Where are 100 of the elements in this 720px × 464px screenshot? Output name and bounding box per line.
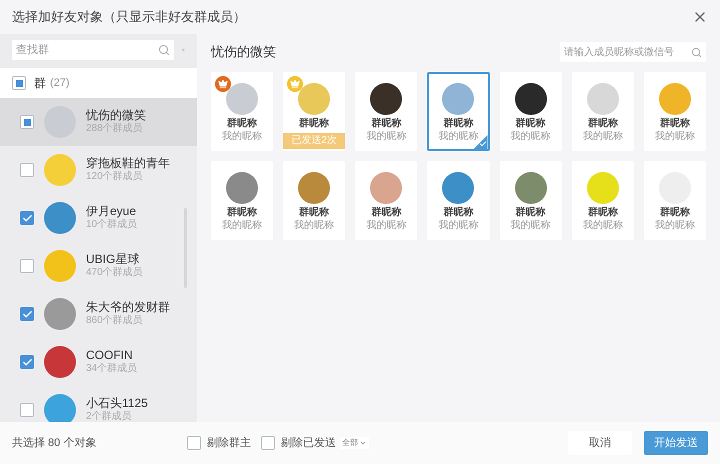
member-avatar — [298, 172, 330, 204]
search-field[interactable]: 查找群 — [12, 40, 174, 60]
member-count: 2个群成员 — [86, 411, 133, 422]
selection-summary: 共选择 80 个对象 — [12, 436, 98, 451]
group-title: 忧伤的微笑 — [211, 43, 276, 62]
member-avatar — [586, 172, 619, 204]
member-avatar — [514, 83, 547, 115]
search-icon — [691, 46, 702, 58]
group-nickname: 群昵称 — [443, 207, 474, 220]
member-avatar — [658, 83, 691, 115]
member-avatar — [586, 83, 619, 115]
member-count: 470个群成员 — [86, 267, 143, 280]
group-name: 小石头1125 — [86, 396, 148, 410]
member-avatar — [442, 83, 474, 115]
my-nickname: 我的昵称 — [366, 130, 406, 143]
member-avatar — [298, 83, 330, 115]
group-nickname: 群昵称 — [227, 207, 258, 220]
group-avatar — [44, 346, 76, 378]
member-card[interactable]: 群昵称 我的昵称 — [427, 161, 490, 240]
member-search-field[interactable]: 请输入成员昵称或微信号 — [560, 42, 706, 62]
check-icon — [22, 356, 32, 368]
group-nickname: 群昵称 — [371, 118, 402, 130]
my-nickname: 我的昵称 — [654, 130, 695, 143]
checkbox[interactable] — [12, 76, 26, 90]
group-nickname: 群昵称 — [660, 118, 690, 130]
search-icon — [158, 44, 170, 56]
group-item[interactable]: COOFIN 34个群成员 — [0, 338, 197, 386]
group-item[interactable]: 伊月eyue 10个群成员 — [0, 194, 197, 242]
chevron-icon — [359, 439, 367, 447]
checkbox[interactable] — [20, 307, 34, 321]
group-nickname: 群昵称 — [588, 118, 618, 130]
check-icon — [22, 308, 32, 320]
member-card[interactable]: 群昵称 已发送2次 — [283, 72, 346, 151]
member-card[interactable]: 群昵称 我的昵称 — [644, 161, 706, 240]
checkbox[interactable] — [20, 355, 34, 369]
group-item[interactable]: UBIG星球 470个群成员 — [0, 242, 197, 290]
member-count: 120个群成员 — [86, 171, 144, 184]
group-header-row[interactable]: 群 (27) — [0, 68, 197, 98]
group-avatar — [44, 250, 76, 282]
my-nickname: 我的昵称 — [438, 130, 478, 143]
member-avatar — [442, 172, 474, 204]
filter-dropdown[interactable]: 全部 — [340, 437, 369, 449]
group-name: 穿拖板鞋的青年 — [86, 156, 170, 170]
member-card[interactable]: 群昵称 我的昵称 — [500, 161, 562, 240]
group-name: 朱大爷的发财群 — [86, 300, 170, 314]
group-nickname: 群昵称 — [516, 118, 546, 130]
checkbox[interactable] — [261, 436, 275, 450]
checkbox[interactable] — [20, 115, 34, 129]
member-avatar — [370, 83, 402, 115]
member-card[interactable]: 群昵称 我的昵称 — [355, 72, 418, 151]
sent-count-badge: 已发送2次 — [283, 132, 346, 148]
member-card[interactable]: 群昵称 我的昵称 — [644, 72, 706, 151]
member-avatar — [226, 172, 258, 204]
checkbox[interactable] — [20, 259, 34, 273]
my-nickname: 我的昵称 — [222, 130, 262, 143]
group-count: (27) — [50, 76, 70, 91]
group-item[interactable]: 穿拖板鞋的青年 120个群成员 — [0, 146, 197, 194]
group-name: UBIG星球 — [86, 252, 140, 266]
group-name: 伊月eyue — [86, 204, 138, 219]
group-nickname: 群昵称 — [660, 207, 690, 220]
group-nickname: 群昵称 — [516, 207, 546, 220]
member-count: 34个群成员 — [86, 363, 138, 376]
cancel-button[interactable]: 取消 — [568, 431, 632, 455]
member-card[interactable]: 群昵称 我的昵称 — [427, 72, 490, 151]
group-item[interactable]: 朱大爷的发财群 860个群成员 — [0, 290, 197, 338]
member-card[interactable]: 群昵称 我的昵称 — [572, 72, 634, 151]
my-nickname: 我的昵称 — [582, 220, 623, 232]
group-nickname: 群昵称 — [588, 207, 618, 220]
checkbox[interactable] — [20, 211, 34, 225]
member-card[interactable]: 群昵称 我的昵称 — [211, 72, 274, 151]
group-header-label: 群 — [34, 75, 46, 92]
member-card[interactable]: 群昵称 我的昵称 — [211, 161, 274, 240]
checkbox[interactable] — [187, 436, 201, 450]
my-nickname: 我的昵称 — [510, 130, 551, 143]
my-nickname: 我的昵称 — [654, 220, 695, 232]
my-nickname: 我的昵称 — [582, 130, 623, 143]
member-card[interactable]: 群昵称 我的昵称 — [283, 161, 346, 240]
member-avatar — [514, 172, 547, 204]
member-count: 10个群成员 — [86, 219, 138, 232]
checkbox[interactable] — [20, 403, 34, 417]
group-nickname: 群昵称 — [443, 118, 474, 130]
window-title: 选择加好友对象（只显示非好友群成员） — [12, 8, 246, 26]
my-nickname: 我的昵称 — [294, 220, 334, 232]
group-nickname: 群昵称 — [299, 207, 330, 220]
group-avatar — [44, 202, 76, 234]
member-card[interactable]: 群昵称 我的昵称 — [355, 161, 418, 240]
member-count: 860个群成员 — [86, 315, 144, 328]
group-name: 忧伤的微笑 — [86, 108, 146, 122]
option-label: 剔除已发送 — [281, 436, 336, 451]
my-nickname: 我的昵称 — [366, 220, 406, 232]
my-nickname: 我的昵称 — [510, 220, 551, 232]
member-avatar — [226, 83, 258, 115]
group-avatar — [44, 394, 76, 422]
search-input[interactable]: 查找群 — [16, 42, 158, 58]
member-search-input[interactable]: 请输入成员昵称或微信号 — [564, 44, 691, 60]
group-avatar — [44, 154, 76, 186]
checkbox[interactable] — [20, 163, 34, 177]
member-card[interactable]: 群昵称 我的昵称 — [572, 161, 634, 240]
member-card[interactable]: 群昵称 我的昵称 — [500, 72, 562, 151]
check-icon — [22, 212, 32, 224]
